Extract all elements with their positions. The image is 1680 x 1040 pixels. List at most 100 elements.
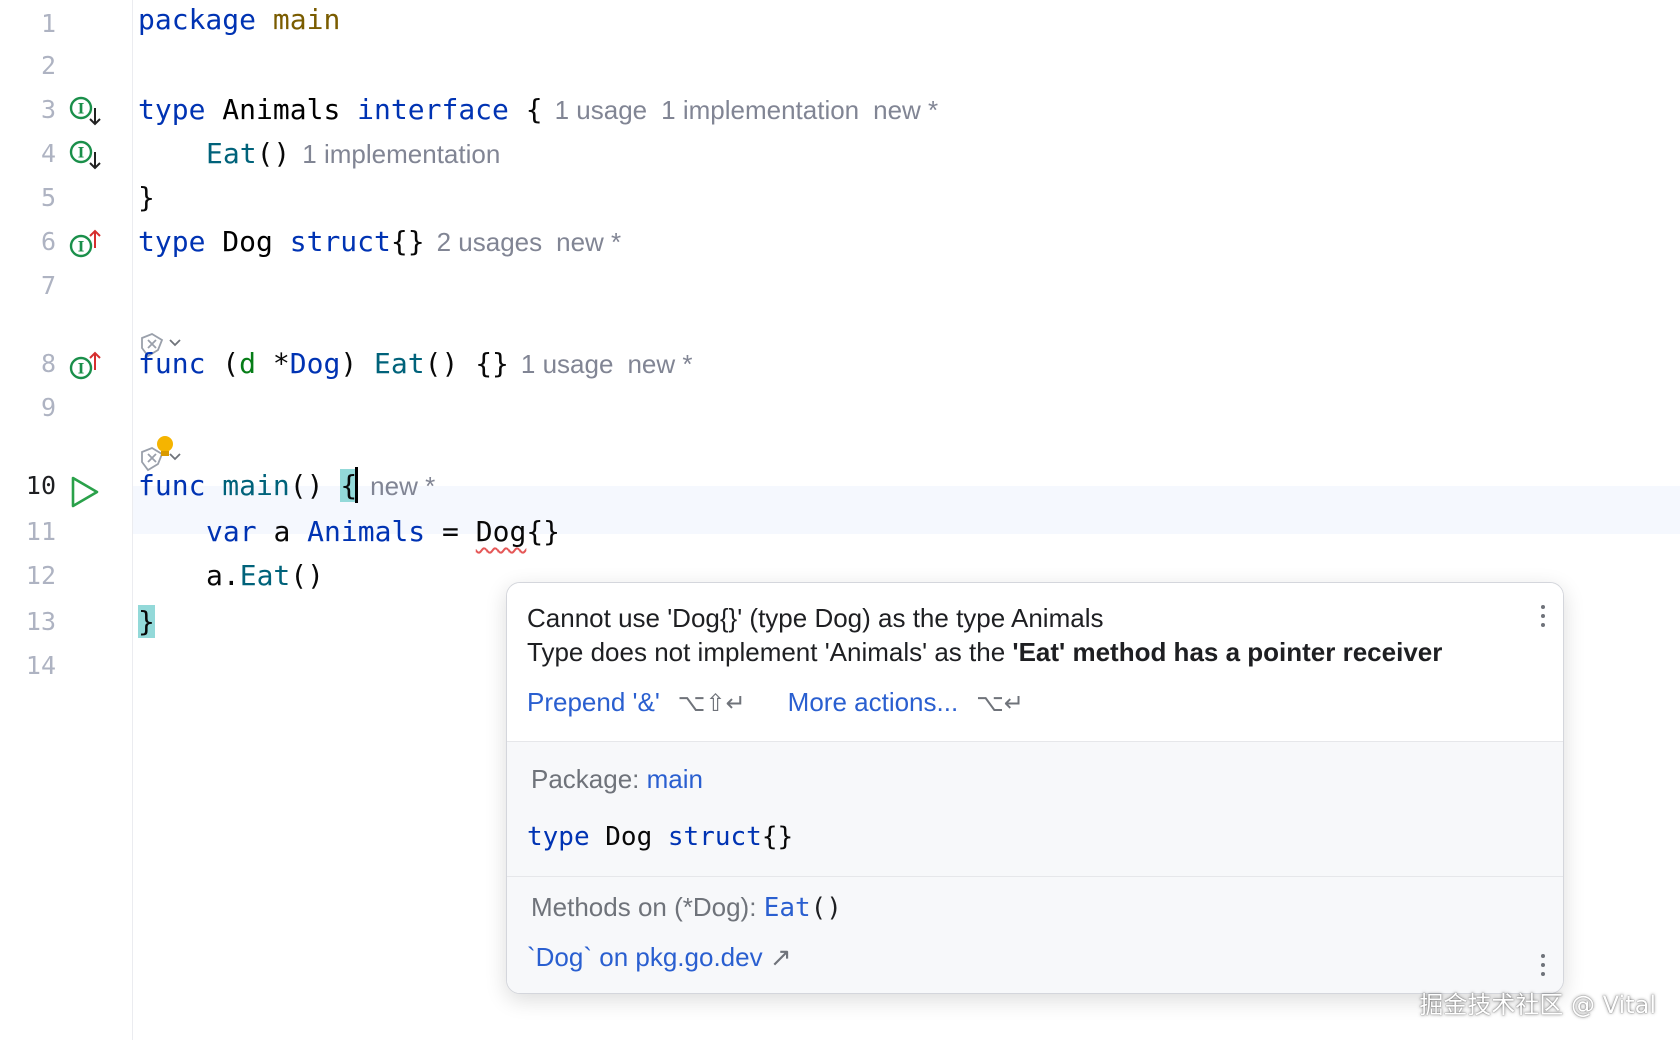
code-line-13[interactable]: } (138, 598, 155, 646)
package-label: Package: (531, 764, 640, 794)
usages-hint[interactable]: 2 usages (437, 227, 543, 257)
keyword: interface (357, 93, 509, 126)
line-number-current: 10 (25, 471, 56, 500)
type-reference: Animals (307, 515, 426, 548)
pointer-star: * (272, 347, 290, 380)
watermark: 掘金技术社区 @ Vital (1419, 991, 1656, 1019)
more-options-icon[interactable] (1539, 954, 1547, 984)
line-number: 13 (25, 607, 56, 636)
assign-operator: = (442, 515, 459, 548)
more-actions-link[interactable]: More actions... (788, 687, 959, 717)
svg-text:I: I (78, 362, 85, 378)
braces: {} (390, 225, 425, 258)
keyword: func (138, 347, 206, 380)
braces: {} (475, 347, 509, 380)
usages-hint[interactable]: 1 usage (555, 95, 648, 125)
error-message: Cannot use 'Dog{}' (type Dog) as the typ… (527, 603, 1104, 633)
doc-package: Package: main (531, 764, 703, 795)
author-hint[interactable]: new * (873, 95, 938, 125)
external-doc-row: `Dog` on pkg.go.dev ↗ (527, 942, 792, 973)
shortcut-hint: ⌥⇧↵ (677, 689, 746, 717)
receiver-type: Dog (289, 347, 341, 380)
line-number: 4 (40, 139, 56, 168)
paren: ) (340, 347, 358, 380)
code-line-11[interactable]: var a Animals = Dog{} (206, 508, 560, 556)
keyword: type (527, 822, 590, 852)
implementations-hint[interactable]: 1 implementation (661, 95, 859, 125)
object-ref: a. (206, 559, 240, 592)
shortcut-hint: ⌥↵ (976, 689, 1024, 717)
parens: () (810, 893, 842, 923)
line-number: 9 (40, 393, 56, 422)
code-line-10[interactable]: func main() {new * (138, 462, 449, 510)
parens: () (290, 559, 325, 592)
pkg-go-dev-link[interactable]: `Dog` on pkg.go.dev (527, 942, 763, 972)
implements-icon[interactable]: I (68, 228, 102, 264)
parens: () (289, 469, 324, 502)
implemented-by-icon[interactable]: I (68, 94, 102, 130)
braces: {} (761, 822, 794, 852)
author-hint[interactable]: new * (627, 349, 692, 379)
parens: () (424, 347, 459, 380)
method-call: Eat (239, 559, 291, 592)
code-line-8[interactable]: func (d *Dog) Eat() {} 1 usage new * (138, 340, 706, 388)
svg-text:I: I (78, 240, 85, 256)
text-caret (355, 467, 359, 503)
line-number: 7 (40, 271, 56, 300)
keyword: var (206, 515, 257, 548)
brace: { (525, 93, 543, 126)
line-number: 3 (40, 95, 56, 124)
code-line-1[interactable]: package main (138, 0, 340, 44)
author-hint[interactable]: new * (556, 227, 621, 257)
keyword: package (138, 3, 257, 36)
error-section: Cannot use 'Dog{}' (type Dog) as the typ… (507, 583, 1563, 741)
function-name: main (222, 469, 290, 502)
package-name: main (272, 3, 341, 36)
keyword: struct (667, 822, 762, 852)
brace: } (138, 181, 155, 214)
code-line-5[interactable]: } (138, 174, 155, 222)
braces: {} (526, 515, 561, 548)
parens: () (256, 137, 291, 170)
line-number: 8 (40, 349, 56, 378)
package-link[interactable]: main (647, 764, 703, 794)
line-number: 6 (40, 227, 56, 256)
variable-name: a (273, 515, 291, 548)
type-name: Animals (222, 93, 341, 126)
divider (507, 876, 1563, 877)
line-number: 11 (25, 517, 56, 546)
method-link[interactable]: Eat (764, 893, 811, 923)
svg-text:I: I (78, 146, 85, 162)
keyword: type (138, 225, 206, 258)
method-name: Eat (374, 347, 425, 380)
implementations-hint[interactable]: 1 implementation (302, 139, 500, 169)
code-line-12[interactable]: a.Eat() (206, 552, 324, 600)
type-name: Dog (222, 225, 273, 258)
doc-methods: Methods on (*Dog): Eat() (531, 892, 842, 923)
error-tooltip-popup[interactable]: Cannot use 'Dog{}' (type Dog) as the typ… (506, 582, 1564, 994)
implements-icon[interactable]: I (68, 350, 102, 386)
code-line-6[interactable]: type Dog struct{} 2 usages new * (138, 218, 635, 266)
receiver-name: d (239, 347, 257, 380)
documentation-section: Package: main type Dog struct{} Methods … (507, 741, 1563, 993)
line-number: 5 (40, 183, 56, 212)
usages-hint[interactable]: 1 usage (521, 349, 614, 379)
code-line-4[interactable]: Eat() 1 implementation (206, 130, 514, 178)
more-options-icon[interactable] (1539, 605, 1547, 635)
quick-fix-actions: Prepend '&' ⌥⇧↵ More actions... ⌥↵ (527, 687, 1066, 718)
error-detail-prefix: Type does not implement 'Animals' as the (527, 637, 1013, 667)
doc-signature: type Dog struct{} (527, 822, 793, 852)
implemented-by-icon[interactable]: I (68, 138, 102, 174)
external-link-icon: ↗ (769, 942, 792, 972)
methods-label: Methods on (*Dog): (531, 892, 757, 922)
code-line-3[interactable]: type Animals interface {1 usage 1 impleme… (138, 86, 952, 134)
prepend-ampersand-action[interactable]: Prepend '&' (527, 687, 660, 717)
paren: ( (222, 347, 240, 380)
author-hint[interactable]: new * (370, 471, 435, 501)
method-name: Eat (206, 137, 257, 170)
error-expression[interactable]: Dog (476, 515, 527, 548)
run-icon[interactable] (68, 474, 102, 510)
error-detail: Type does not implement 'Animals' as the… (527, 637, 1442, 668)
matched-brace: } (138, 605, 155, 638)
line-number: 14 (25, 651, 56, 680)
